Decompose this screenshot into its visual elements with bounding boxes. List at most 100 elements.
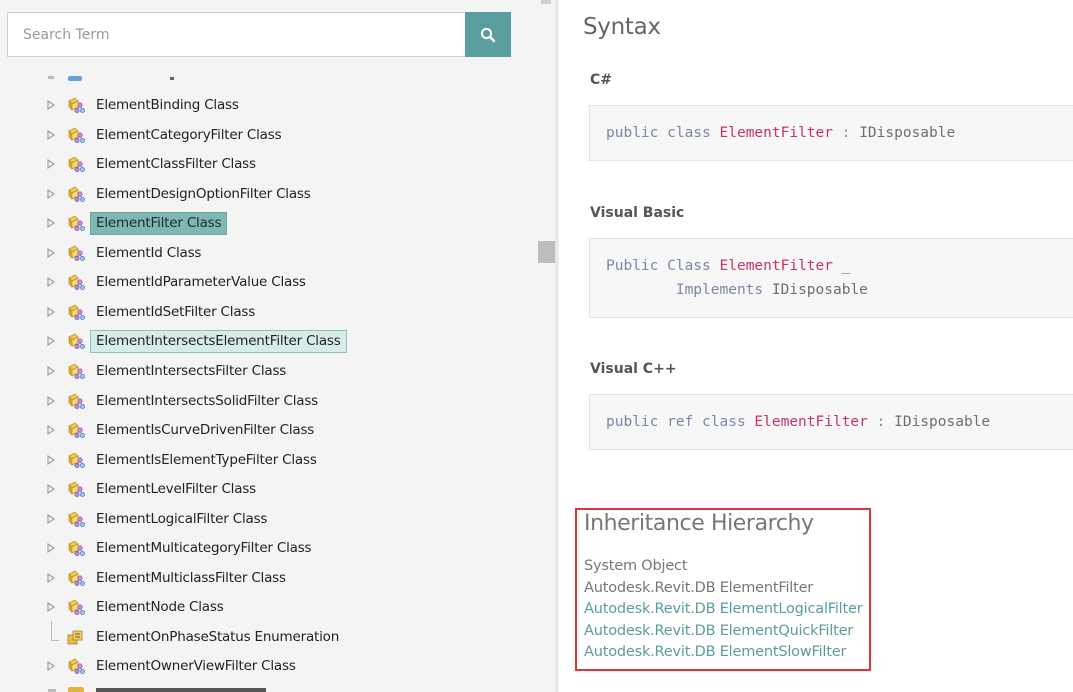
- tree-item[interactable]: ElementOnPhaseStatus Enumeration: [0, 620, 538, 651]
- csharp-code-block: public class ElementFilter : IDisposable: [589, 105, 1073, 161]
- tree-item[interactable]: ElementClassFilter Class: [0, 150, 538, 178]
- tree-item[interactable]: ElementNode Class: [0, 593, 538, 621]
- tree-item-label[interactable]: ElementFilter Class: [90, 212, 228, 236]
- tree-item[interactable]: ElementIntersectsFilter Class: [0, 357, 538, 385]
- scroll-up-arrow[interactable]: [541, 0, 551, 4]
- vb-label: Visual Basic: [590, 205, 685, 221]
- expand-triangle-icon[interactable]: [46, 572, 56, 583]
- class-icon: [66, 509, 86, 529]
- tree-item-label[interactable]: ElementOnPhaseStatus Enumeration: [90, 626, 345, 649]
- class-icon: [66, 391, 86, 411]
- tree-item-label[interactable]: ElementIntersectsElementFilter Class: [90, 330, 347, 354]
- expand-triangle-icon[interactable]: [46, 425, 56, 436]
- sidebar-scrollbar-thumb[interactable]: [538, 241, 555, 263]
- tree-item[interactable]: ElementLevelFilter Class: [0, 475, 538, 503]
- expand-triangle-icon[interactable]: [46, 188, 56, 199]
- tree-item[interactable]: ElementIdParameterValue Class: [0, 268, 538, 296]
- expand-triangle-icon[interactable]: [46, 100, 56, 110]
- tree-item-partial-top: [46, 76, 186, 82]
- tree-item[interactable]: ElementOwnerViewFilter Class: [0, 652, 538, 680]
- enum-icon: [66, 627, 86, 647]
- tree-item-label[interactable]: ElementMulticategoryFilter Class: [90, 537, 317, 560]
- inheritance-item: System Object: [584, 558, 688, 574]
- tree-item-label[interactable]: ElementClassFilter Class: [90, 153, 262, 176]
- class-icon: [66, 597, 86, 617]
- code-line: public ref class ElementFilter : IDispos…: [606, 410, 1073, 434]
- expand-triangle-icon[interactable]: [46, 513, 56, 524]
- expand-triangle-icon[interactable]: [46, 159, 56, 170]
- class-icon: [66, 302, 86, 322]
- expand-triangle-icon[interactable]: [46, 277, 56, 288]
- tree-item-label[interactable]: ElementIntersectsSolidFilter Class: [90, 390, 324, 413]
- tree-item-label[interactable]: ElementNode Class: [90, 596, 230, 619]
- class-icon: [66, 568, 86, 588]
- class-icon: [66, 95, 86, 115]
- expand-triangle-icon[interactable]: [46, 336, 56, 347]
- tree-item[interactable]: ElementCategoryFilter Class: [0, 121, 538, 149]
- search-button[interactable]: [465, 12, 511, 57]
- csharp-label: C#: [590, 72, 613, 88]
- cpp-code-block: public ref class ElementFilter : IDispos…: [589, 394, 1073, 450]
- tree-item[interactable]: ElementIntersectsElementFilter Class: [0, 327, 538, 355]
- sidebar-scrollbar-track[interactable]: [538, 0, 555, 692]
- expand-triangle-icon[interactable]: [46, 247, 56, 258]
- expand-triangle-icon[interactable]: [46, 218, 56, 229]
- tree-item-label[interactable]: ElementMulticlassFilter Class: [90, 567, 292, 590]
- tree-item-label[interactable]: ElementIsElementTypeFilter Class: [90, 449, 323, 472]
- tree-item-label[interactable]: ElementLevelFilter Class: [90, 478, 262, 501]
- class-icon: [66, 272, 86, 292]
- class-icon: [66, 450, 86, 470]
- search-input[interactable]: [7, 12, 465, 57]
- tree-item-label[interactable]: ElementCategoryFilter Class: [90, 124, 287, 147]
- expand-triangle-icon[interactable]: [46, 365, 56, 376]
- tree-item-label[interactable]: ElementId Class: [90, 242, 207, 265]
- tree-item[interactable]: ElementIsElementTypeFilter Class: [0, 446, 538, 474]
- expand-triangle-icon[interactable]: [46, 395, 56, 406]
- tree-item-label[interactable]: ElementOwnerViewFilter Class: [90, 655, 302, 678]
- expand-triangle-icon[interactable]: [46, 129, 56, 140]
- vb-code-block: Public Class ElementFilter _ Implements …: [589, 238, 1073, 318]
- tree-item[interactable]: ElementDesignOptionFilter Class: [0, 180, 538, 208]
- class-icon: [66, 125, 86, 145]
- tree-item[interactable]: ElementMulticlassFilter Class: [0, 564, 538, 592]
- tree-item[interactable]: ElementId Class: [0, 239, 538, 267]
- expand-triangle-icon[interactable]: [46, 454, 56, 465]
- code-line: Implements IDisposable: [606, 278, 1073, 302]
- class-icon: [66, 184, 86, 204]
- code-line: public class ElementFilter : IDisposable: [606, 121, 1073, 145]
- inheritance-link[interactable]: Autodesk.Revit.DB ElementLogicalFilter: [584, 601, 863, 617]
- tree-item[interactable]: ElementIdSetFilter Class: [0, 298, 538, 326]
- tree-item[interactable]: ElementMulticategoryFilter Class: [0, 534, 538, 562]
- expand-triangle-icon[interactable]: [46, 661, 56, 672]
- tree-item[interactable]: ElementLogicalFilter Class: [0, 505, 538, 533]
- tree-item-label[interactable]: ElementDesignOptionFilter Class: [90, 183, 317, 206]
- cpp-label: Visual C++: [590, 361, 677, 377]
- tree-item[interactable]: ElementIntersectsSolidFilter Class: [0, 387, 538, 415]
- class-icon: [66, 479, 86, 499]
- code-token: public class: [606, 125, 720, 141]
- class-icon: [66, 656, 86, 676]
- class-icon: [66, 154, 86, 174]
- tree-item-partial-bottom: [46, 686, 276, 692]
- class-icon: [66, 213, 86, 233]
- sidebar: ElementBinding Class ElementCategoryFilt…: [0, 0, 538, 692]
- inheritance-hierarchy-section: Inheritance Hierarchy System Object Autod…: [575, 508, 871, 671]
- expand-triangle-icon[interactable]: [46, 306, 56, 317]
- class-icon: [66, 243, 86, 263]
- tree-item-label[interactable]: ElementIntersectsFilter Class: [90, 360, 292, 383]
- inheritance-link[interactable]: Autodesk.Revit.DB ElementSlowFilter: [584, 644, 846, 660]
- tree-item[interactable]: ElementBinding Class: [0, 91, 538, 119]
- tree-item-label[interactable]: ElementIdSetFilter Class: [90, 301, 261, 324]
- tree-item[interactable]: ElementFilter Class: [0, 209, 538, 237]
- tree-item[interactable]: ElementIsCurveDrivenFilter Class: [0, 416, 538, 444]
- tree-item-label[interactable]: ElementBinding Class: [90, 94, 245, 117]
- tree-item-label[interactable]: ElementLogicalFilter Class: [90, 508, 273, 531]
- tree-item-label[interactable]: ElementIdParameterValue Class: [90, 271, 312, 294]
- search-icon: [480, 27, 496, 42]
- tree-item-label[interactable]: ElementIsCurveDrivenFilter Class: [90, 419, 320, 442]
- code-token: _: [833, 258, 851, 274]
- inheritance-link[interactable]: Autodesk.Revit.DB ElementQuickFilter: [584, 623, 853, 639]
- expand-triangle-icon[interactable]: [46, 602, 56, 613]
- expand-triangle-icon[interactable]: [46, 543, 56, 554]
- expand-triangle-icon[interactable]: [46, 484, 56, 495]
